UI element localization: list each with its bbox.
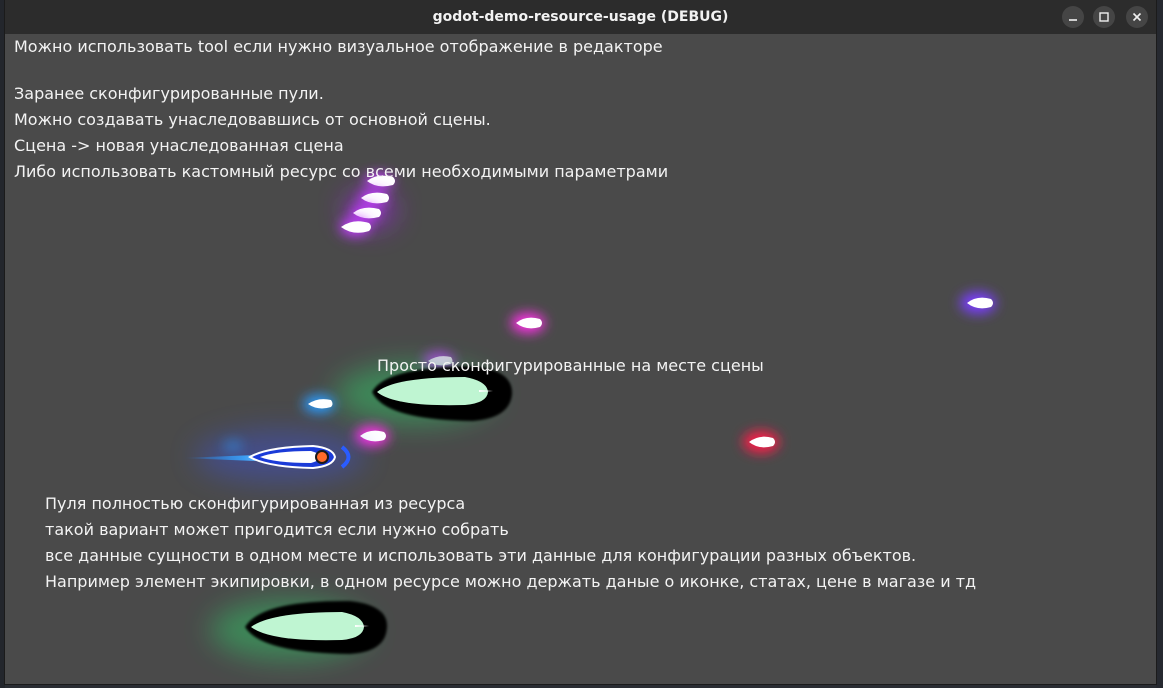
magenta-bullet	[511, 313, 545, 333]
blue-jet-ship	[183, 430, 365, 482]
blue-bullet	[303, 395, 335, 413]
resource-line: все данные сущности в одном месте и испо…	[45, 546, 917, 565]
resource-line: такой вариант может пригодится если нужн…	[45, 520, 509, 539]
minimize-icon	[1069, 19, 1077, 21]
resource-line: Например элемент экипировки, в одном рес…	[45, 572, 977, 591]
desktop-background-right	[1156, 0, 1163, 688]
inplace-label: Просто сконфигурированные на месте сцены	[377, 356, 764, 375]
violet-bullet	[960, 292, 996, 314]
minimize-button[interactable]	[1062, 6, 1084, 28]
large-green-bullet	[210, 600, 388, 660]
preconfigured-line: Сцена -> новая унаследованная сцена	[14, 136, 344, 155]
window-title: godot-demo-resource-usage (DEBUG)	[432, 9, 729, 25]
maximize-button[interactable]	[1093, 6, 1115, 28]
resource-line: Пуля полностью сконфигурированная из рес…	[45, 494, 466, 513]
close-icon	[1132, 12, 1142, 22]
preconfigured-line: Либо использовать кастомный ресурс со вс…	[14, 162, 669, 181]
maximize-icon	[1099, 12, 1109, 22]
preconfigured-line: Заранее сконфигурированные пули.	[14, 84, 324, 103]
close-button[interactable]	[1126, 6, 1148, 28]
tool-note: Можно использовать tool если нужно визуа…	[14, 37, 663, 56]
magenta-bullet	[355, 426, 389, 446]
preconfigured-line: Можно создавать унаследовавшись от основ…	[14, 110, 491, 129]
game-viewport[interactable]: Можно использовать tool если нужно визуа…	[5, 34, 1156, 684]
red-bullet	[743, 431, 779, 453]
game-window: godot-demo-resource-usage (DEBUG) Можно …	[5, 0, 1156, 684]
title-bar[interactable]: godot-demo-resource-usage (DEBUG)	[5, 0, 1156, 34]
